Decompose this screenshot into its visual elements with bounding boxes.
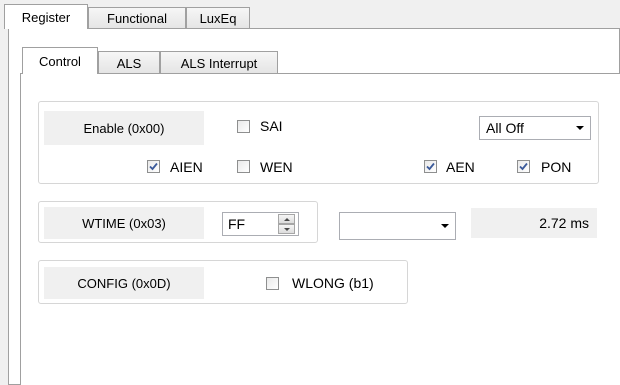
- check-icon: [426, 162, 435, 171]
- tab-luxeq-label: LuxEq: [199, 11, 237, 26]
- tab-als-label: ALS: [116, 55, 142, 71]
- aien-label: AIEN: [170, 159, 203, 175]
- wtime-readout-text: 2.72 ms: [539, 215, 589, 231]
- wlong-label: WLONG (b1): [292, 275, 374, 291]
- wtime-dropdown[interactable]: [339, 212, 456, 240]
- enable-register-label: Enable (0x00): [44, 111, 204, 145]
- tab-als-interrupt-label: ALS Interrupt: [180, 55, 258, 71]
- tab-register[interactable]: Register: [4, 4, 88, 29]
- wtime-register-label: WTIME (0x03): [44, 207, 204, 239]
- enable-register-text: Enable (0x00): [83, 120, 165, 136]
- mode-select[interactable]: All Off: [479, 116, 591, 140]
- wen-checkbox[interactable]: [237, 160, 250, 173]
- spin-up-icon[interactable]: [278, 214, 295, 224]
- chevron-down-icon: [570, 126, 590, 130]
- wlong-checkbox[interactable]: [266, 277, 279, 290]
- tab-functional-label: Functional: [107, 11, 167, 26]
- check-icon: [149, 162, 158, 171]
- mode-select-value: All Off: [486, 120, 524, 136]
- spin-down-icon[interactable]: [278, 224, 295, 234]
- tab-luxeq[interactable]: LuxEq: [186, 7, 250, 29]
- tab-functional[interactable]: Functional: [88, 7, 186, 29]
- config-register-label: CONFIG (0x0D): [44, 267, 204, 299]
- wtime-readout: 2.72 ms: [471, 208, 597, 238]
- chevron-down-icon: [435, 224, 455, 228]
- aien-checkbox[interactable]: [147, 160, 160, 173]
- tab-als-interrupt[interactable]: ALS Interrupt: [160, 51, 278, 74]
- tab-control[interactable]: Control: [22, 47, 98, 74]
- wtime-value-text: FF: [228, 216, 246, 232]
- tab-control-label: Control: [39, 53, 81, 69]
- wtime-register-text: WTIME (0x03): [82, 215, 166, 231]
- tab-register-label: Register: [21, 9, 71, 25]
- aen-checkbox[interactable]: [424, 160, 437, 173]
- aen-label: AEN: [446, 159, 475, 175]
- sai-checkbox[interactable]: [237, 120, 250, 133]
- check-icon: [519, 162, 528, 171]
- sai-label: SAI: [260, 118, 283, 134]
- wen-label: WEN: [260, 159, 293, 175]
- tab-als[interactable]: ALS: [98, 51, 160, 74]
- pon-label: PON: [541, 159, 572, 175]
- pon-checkbox[interactable]: [517, 160, 530, 173]
- config-register-text: CONFIG (0x0D): [77, 275, 171, 291]
